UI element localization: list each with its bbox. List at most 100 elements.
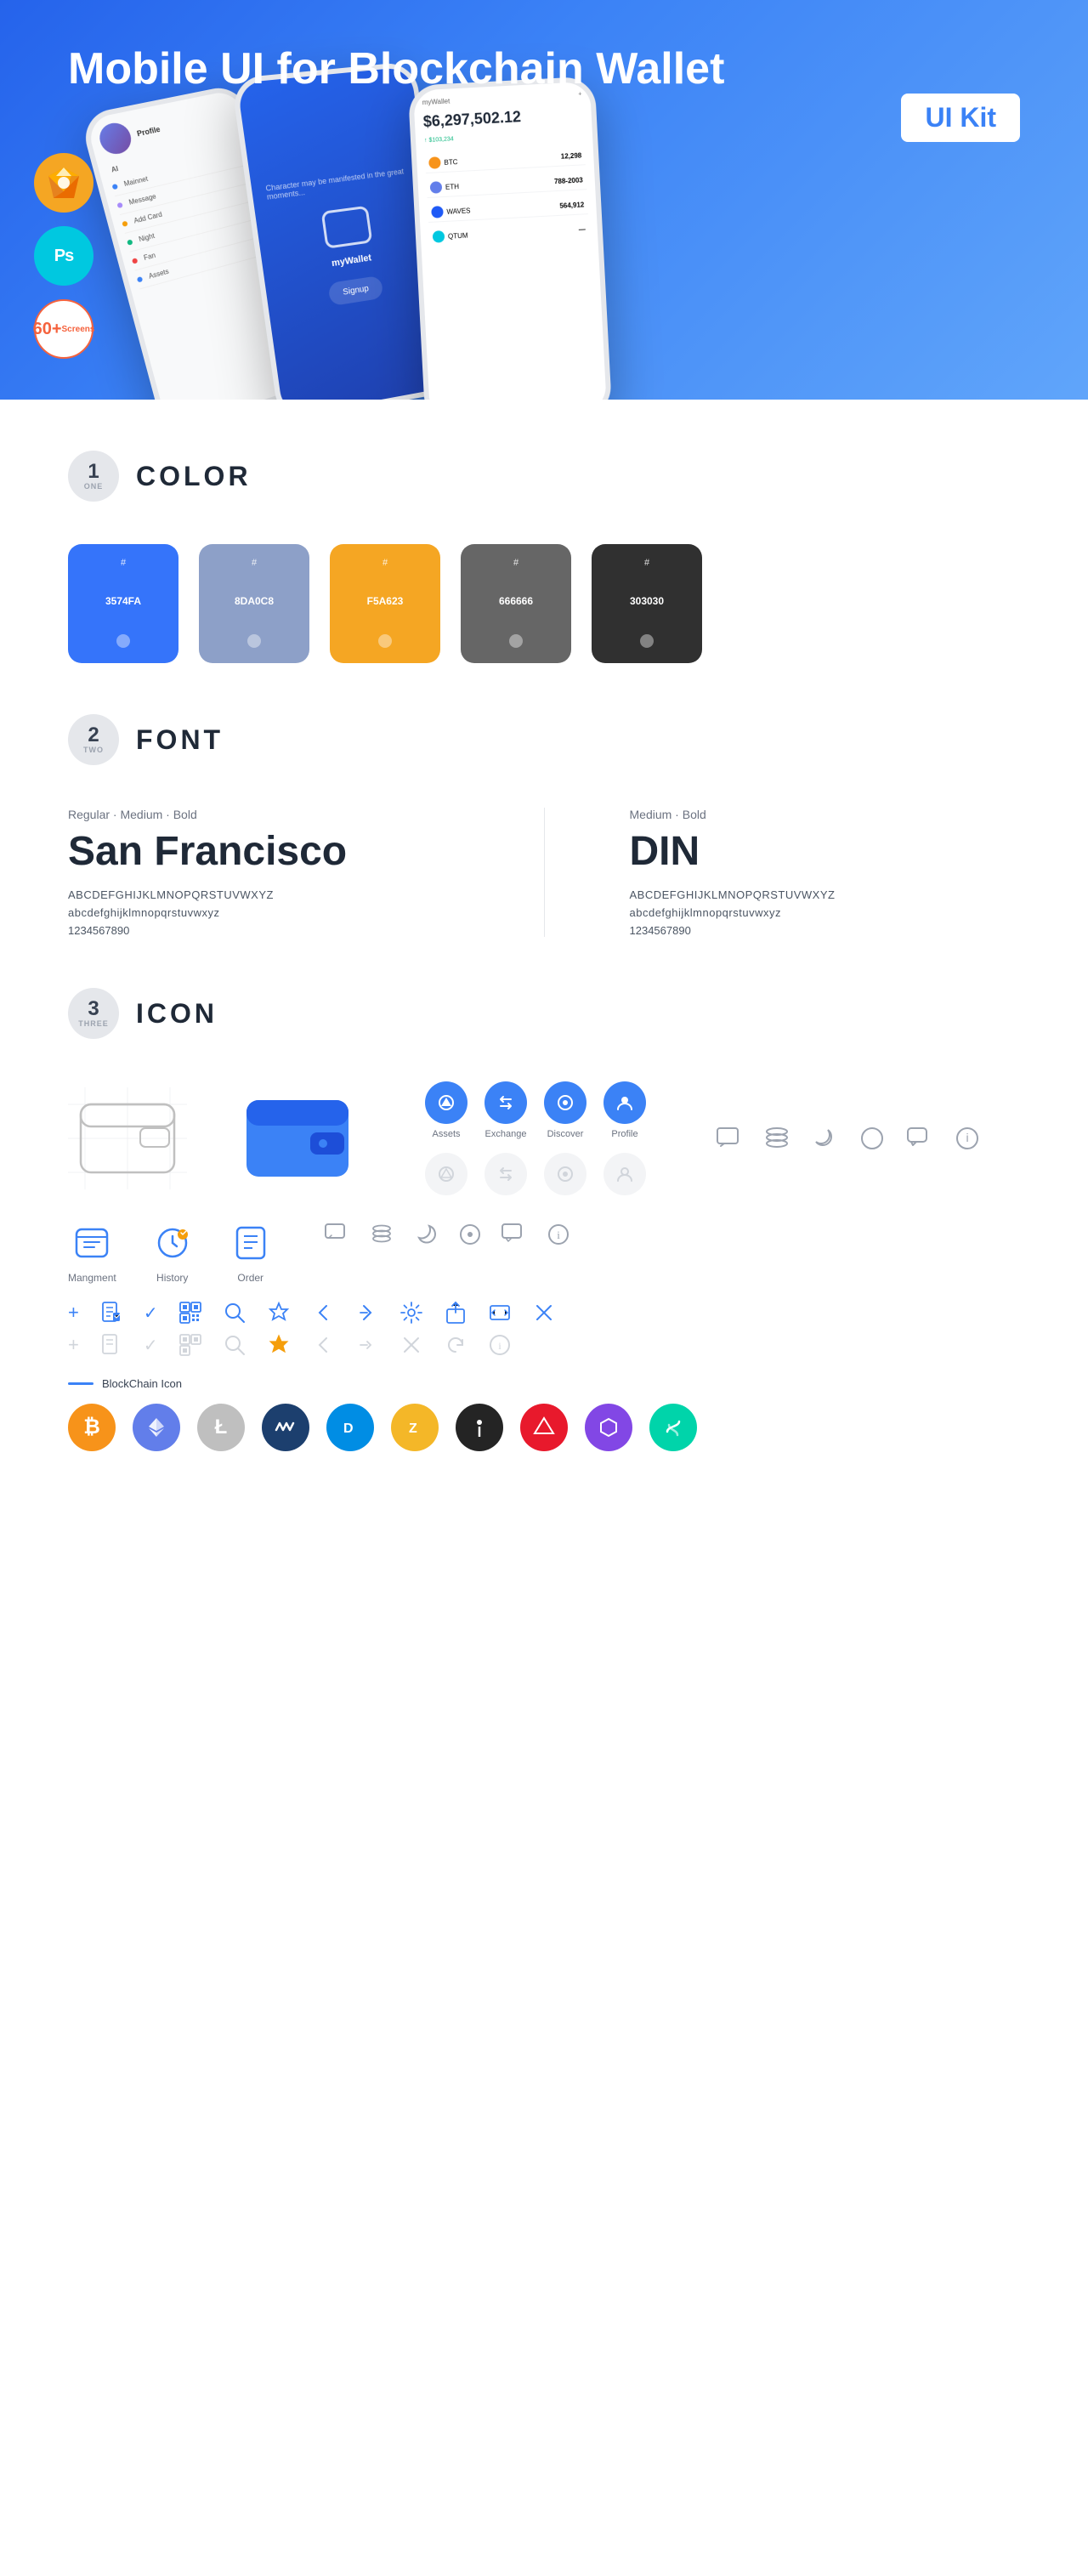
ps-badge: Ps — [34, 226, 94, 286]
export-icon — [444, 1301, 468, 1325]
msg-small-icon — [324, 1221, 351, 1248]
plus-ghost-icon: + — [68, 1334, 79, 1356]
layers-small-icon — [368, 1221, 395, 1248]
order-nav-item: Order — [229, 1221, 273, 1284]
wallet-outline-icon — [68, 1087, 187, 1189]
font-din: Medium · Bold DIN ABCDEFGHIJKLMNOPQRSTUV… — [630, 808, 1021, 937]
profile-ghost-icon — [604, 1153, 646, 1195]
back-icon — [311, 1301, 335, 1325]
plus-icon: + — [68, 1302, 79, 1324]
icon-title: ICON — [136, 998, 218, 1030]
discover-ghost-icon — [544, 1153, 586, 1195]
moon-icon — [809, 1123, 840, 1154]
blockchain-line — [68, 1382, 94, 1385]
close-icon — [532, 1301, 556, 1325]
nav-icons-row-top: Assets Exchange — [425, 1081, 646, 1139]
exchange-ghost-icon — [484, 1153, 527, 1195]
font-title: FONT — [136, 724, 224, 756]
management-nav-item: Mangment — [68, 1221, 116, 1284]
bottom-nav-icons: Mangment History Order — [68, 1221, 1020, 1284]
font-sf: Regular · Medium · Bold San Francisco AB… — [68, 808, 459, 937]
qr-icon — [178, 1301, 202, 1325]
color-card-slate: # 8DA0C8 — [199, 544, 309, 663]
history-nav-item: History — [150, 1221, 195, 1284]
nav-icons-row-ghost — [425, 1153, 646, 1195]
share-icon — [355, 1301, 379, 1325]
section-number-1: 1 ONE — [68, 451, 119, 502]
color-section-header: 1 ONE COLOR — [68, 451, 1020, 502]
color-card-orange: # F5A623 — [330, 544, 440, 663]
document-icon — [99, 1301, 123, 1325]
hero-badges: Ps 60+ Screens — [34, 153, 94, 359]
color-card-dark: # 303030 — [592, 544, 702, 663]
assets-ghost-icon — [425, 1153, 468, 1195]
close-ghost-icon — [400, 1333, 423, 1357]
section-number-3: 3 THREE — [68, 988, 119, 1039]
info-ghost-icon: i — [488, 1333, 512, 1357]
settings-icon — [400, 1301, 423, 1325]
exchange-icon — [484, 1081, 527, 1124]
icon-section-header: 3 THREE ICON — [68, 988, 1020, 1039]
sketch-badge — [34, 153, 94, 213]
hero-title: Mobile UI for Blockchain Wallet — [68, 43, 724, 95]
color-card-gray: # 666666 — [461, 544, 571, 663]
check-ghost-icon: ✓ — [144, 1335, 158, 1356]
check-icon: ✓ — [144, 1302, 158, 1324]
blockchain-label-row: BlockChain Icon — [68, 1377, 1020, 1390]
zcash-icon: Z — [391, 1404, 439, 1451]
action-icons-row-2: + ✓ i — [68, 1333, 1020, 1357]
litecoin-icon: Ł — [197, 1404, 245, 1451]
comment-small-icon — [501, 1221, 528, 1248]
stack-icon — [762, 1123, 792, 1154]
moon-small-icon — [412, 1221, 439, 1248]
crypto-icons-row: ₿ Ł D Z — [68, 1404, 1020, 1451]
dot-circle-small-icon — [456, 1221, 484, 1248]
search-ghost-icon — [223, 1333, 246, 1357]
fonts-row: Regular · Medium · Bold San Francisco AB… — [68, 808, 1020, 937]
discover-icon-item: Discover — [544, 1081, 586, 1139]
qr-ghost-icon — [178, 1333, 202, 1357]
search-icon — [223, 1301, 246, 1325]
star-icon — [267, 1301, 291, 1325]
phone-right: myWallet + $6,297,502.12 ↑ $103,234 BTC … — [408, 77, 613, 400]
star-filled-icon — [267, 1333, 291, 1357]
misc-icons-row-1: i — [714, 1123, 983, 1154]
iota-icon — [456, 1404, 503, 1451]
assets-icon — [425, 1081, 468, 1124]
ui-kit-badge: UI Kit — [901, 94, 1020, 142]
hero-section: Mobile UI for Blockchain Wallet UI Kit P… — [0, 0, 1088, 400]
share-ghost-icon — [355, 1333, 379, 1357]
info-icon: i — [952, 1123, 983, 1154]
large-icons-row: Assets Exchange — [68, 1081, 1020, 1195]
sky-icon — [649, 1404, 697, 1451]
discover-icon — [544, 1081, 586, 1124]
font-divider — [544, 808, 545, 937]
waves-icon — [262, 1404, 309, 1451]
color-card-blue: # 3574FA — [68, 544, 178, 663]
screens-badge: 60+ Screens — [34, 299, 94, 359]
chat-icon — [714, 1123, 745, 1154]
bitcoin-icon: ₿ — [68, 1404, 116, 1451]
svg-text:Z: Z — [409, 1421, 417, 1436]
profile-icon — [604, 1081, 646, 1124]
assets-icon-item: Assets — [425, 1081, 468, 1139]
colors-row: # 3574FA # 8DA0C8 # F5A623 # 666666 # 30… — [68, 544, 1020, 663]
ark-icon — [520, 1404, 568, 1451]
svg-text:i: i — [498, 1340, 502, 1352]
svg-text:i: i — [557, 1228, 560, 1241]
svg-text:i: i — [966, 1131, 968, 1144]
action-icons-row-1: + ✓ — [68, 1301, 1020, 1325]
profile-icon-item: Profile — [604, 1081, 646, 1139]
circle-icon — [857, 1123, 887, 1154]
wallet-filled-icon — [238, 1087, 357, 1189]
swap-icon — [488, 1301, 512, 1325]
matic-icon — [585, 1404, 632, 1451]
info-small-icon: i — [545, 1221, 572, 1248]
document-ghost-icon — [99, 1333, 123, 1357]
ethereum-icon — [133, 1404, 180, 1451]
exchange-icon-item: Exchange — [484, 1081, 527, 1139]
nav-icons-group: Assets Exchange — [425, 1081, 646, 1195]
dash-icon: D — [326, 1404, 374, 1451]
svg-text:D: D — [343, 1421, 354, 1436]
section-number-2: 2 TWO — [68, 714, 119, 765]
